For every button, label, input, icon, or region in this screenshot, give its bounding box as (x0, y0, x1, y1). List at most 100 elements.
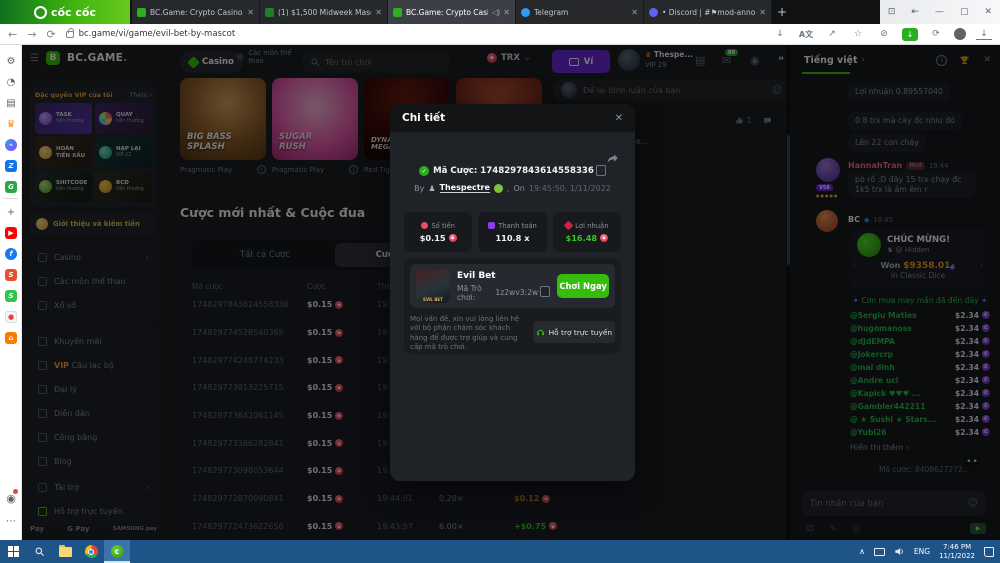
coccoc-logo-label: cốc cốc (51, 6, 96, 19)
browser-tab-3-active[interactable]: BC.Game: Crypto Casino (388, 0, 516, 24)
modal-title: Chi tiết (402, 112, 445, 124)
rail-more-icon[interactable] (3, 513, 19, 529)
amount-icon (421, 222, 428, 229)
network-icon[interactable] (874, 548, 885, 556)
cart-icon[interactable]: ⌂ (3, 330, 19, 346)
adblock-icon[interactable] (876, 29, 892, 39)
live-support-button[interactable]: Hỗ trợ trực tuyến (533, 321, 615, 343)
taskbar-clock[interactable]: 7:46 PM11/1/2022 (939, 543, 975, 561)
bookmark-star-icon[interactable] (850, 29, 866, 39)
minimize-button[interactable] (935, 7, 944, 17)
games-icon[interactable]: G (3, 179, 19, 195)
shopee-icon[interactable]: S (3, 267, 19, 283)
volume-icon[interactable] (894, 546, 905, 557)
modal-close-icon[interactable] (615, 113, 623, 124)
maximize-button[interactable] (960, 7, 969, 17)
popup-icon[interactable] (911, 7, 919, 17)
save-page-icon[interactable] (772, 29, 788, 39)
forum-favicon (265, 8, 274, 17)
coccoc-ring-icon (34, 6, 47, 19)
tab-close-icon[interactable] (631, 8, 638, 17)
screen: cốc cốc BC.Game: Crypto Casino Gam (1) $… (0, 0, 1000, 563)
browser-side-rail: ⌁ Z G ▶ f S S ● ⌂ (0, 45, 22, 540)
tab-close-icon[interactable] (759, 8, 766, 17)
tab-label: Telegram (534, 8, 627, 17)
profile-avatar[interactable] (954, 28, 966, 40)
game-thumbnail[interactable]: EVIL BET (416, 269, 450, 303)
browser-tab-2[interactable]: (1) $1,500 Midweek Mascot F (260, 0, 388, 24)
tab-label: BC.Game: Crypto Casino Gam (150, 8, 243, 17)
notifications-bell-icon[interactable] (3, 490, 19, 506)
messenger-icon[interactable]: ⌁ (3, 137, 19, 153)
download-button[interactable] (902, 28, 918, 41)
tab-audio-icon[interactable] (492, 8, 499, 17)
coccoc-logo[interactable]: cốc cốc (0, 0, 130, 24)
reload-button[interactable] (46, 28, 55, 41)
share-icon[interactable] (606, 152, 619, 165)
bet-detail-modal: Chi tiết Mã Cược: 1748297843614558336 By… (390, 104, 635, 481)
reading-list-icon[interactable] (3, 95, 19, 111)
share-icon[interactable] (824, 29, 840, 39)
facebook-icon[interactable]: f (3, 246, 19, 262)
telegram-favicon (521, 8, 530, 17)
profit-icon (564, 221, 574, 231)
vip-crown-icon[interactable] (3, 116, 19, 132)
tab-close-icon[interactable] (375, 8, 382, 17)
browser-tab-4[interactable]: Telegram (516, 0, 644, 24)
headset-icon (536, 328, 545, 337)
trx-token-icon (600, 234, 608, 242)
translate-icon[interactable]: A文 (798, 29, 814, 40)
taskbar-search-button[interactable] (26, 540, 52, 563)
file-explorer-button[interactable] (52, 540, 78, 563)
zalo-icon[interactable]: Z (3, 158, 19, 174)
copy-icon[interactable] (542, 288, 550, 297)
game-code: 1z2wv3:2w (495, 288, 538, 297)
tray-expand-icon[interactable] (859, 547, 865, 556)
url-box[interactable] (66, 27, 762, 42)
browser-tab-1[interactable]: BC.Game: Crypto Casino Gam (132, 0, 260, 24)
bet-datetime: 19:45:50, 1/11/2022 (529, 184, 611, 193)
browser-tab-5[interactable]: • Discord | #⚑mod-announc (644, 0, 772, 24)
downloads-tray-icon[interactable] (976, 29, 992, 40)
cast-icon[interactable] (888, 7, 896, 17)
stat-amount: Số tiền$0.15 (404, 212, 472, 252)
youtube-icon[interactable]: ▶ (3, 225, 19, 241)
settings-icon[interactable] (3, 53, 19, 69)
bet-stats: Số tiền$0.15 Thanh toán110.8 x Lợi nhuận… (404, 212, 621, 252)
tab-label: • Discord | #⚑mod-announc (662, 8, 755, 17)
coccoc-button[interactable]: c (104, 540, 130, 563)
app-green-icon[interactable]: S (3, 288, 19, 304)
bet-username[interactable]: Thespectre (440, 183, 490, 193)
bcgame-favicon (137, 8, 146, 17)
windows-taskbar: c ENG 7:46 PM11/1/2022 (0, 540, 1000, 563)
back-button[interactable] (8, 28, 17, 41)
chrome-button[interactable] (78, 540, 104, 563)
tab-label: BC.Game: Crypto Casino (406, 8, 488, 17)
frog-emoji-icon (494, 184, 503, 193)
forward-button[interactable] (27, 28, 36, 41)
support-note: Mọi vấn đề, xin vui lòng liên hệ với bộ … (410, 315, 527, 353)
copy-icon[interactable] (598, 167, 606, 176)
language-indicator[interactable]: ENG (914, 547, 930, 556)
lock-icon[interactable] (66, 31, 74, 38)
sync-icon[interactable] (928, 29, 944, 39)
bet-id: 1748297843614558336 (480, 166, 594, 176)
tab-close-icon[interactable] (247, 8, 254, 17)
bcgame-favicon (393, 8, 402, 17)
window-controls (880, 0, 1000, 24)
bet-id-line: Mã Cược: 1748297843614558336 (390, 166, 635, 176)
play-now-button[interactable]: Chơi Ngay (557, 274, 609, 298)
new-tab-button[interactable] (772, 0, 792, 24)
maps-icon[interactable]: ● (3, 309, 19, 325)
stat-payout: Thanh toán110.8 x (478, 212, 546, 252)
browser-tabstrip: cốc cốc BC.Game: Crypto Casino Gam (1) $… (0, 0, 1000, 24)
action-center-icon[interactable] (984, 547, 994, 557)
url-input[interactable] (79, 29, 479, 39)
tab-close-icon[interactable] (503, 8, 510, 17)
start-button[interactable] (0, 540, 26, 563)
address-bar: A文 (0, 24, 1000, 45)
add-shortcut-icon[interactable] (3, 204, 19, 220)
game-row: EVIL BET Evil Bet Mã Trò chơi: 1z2wv3:2w… (410, 264, 615, 308)
close-button[interactable] (984, 7, 992, 17)
history-icon[interactable] (3, 74, 19, 90)
